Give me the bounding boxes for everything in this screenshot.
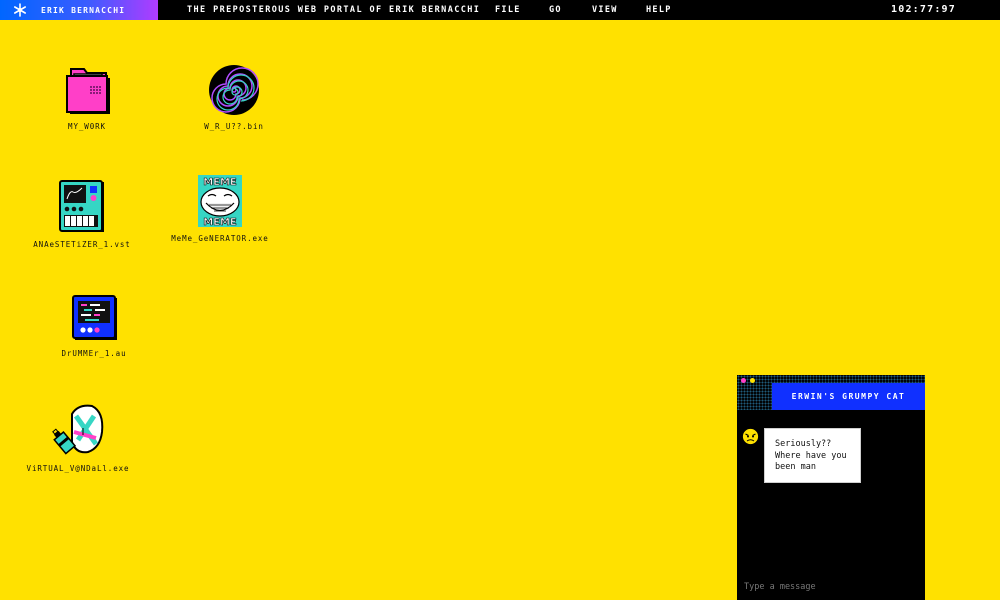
synth-icon bbox=[59, 180, 104, 232]
icon-label: MeMe_GeNERATOR.exe bbox=[171, 234, 269, 243]
desktop-icon-w-r-u-bin[interactable]: W_R_U??.bin bbox=[195, 64, 273, 131]
spiral-icon bbox=[209, 65, 259, 115]
desktop-icon-anaestetizer[interactable]: ANAeSTETiZER_1.vst bbox=[30, 180, 134, 249]
menu-view[interactable]: VIEW bbox=[592, 0, 618, 20]
menu-help[interactable]: HELP bbox=[646, 0, 672, 20]
desktop-icon-virtual-vandal[interactable]: ViRTUAL_V@NDaLl.exe bbox=[22, 402, 134, 473]
desktop-icon-drummer[interactable]: DrUMMEr_1.au bbox=[54, 295, 134, 358]
chat-window-titlebar[interactable]: ERWIN'S GRUMPY CAT bbox=[737, 375, 925, 410]
folder-icon bbox=[66, 68, 110, 114]
icon-label: MY_W0RK bbox=[68, 122, 106, 131]
menu-file[interactable]: FILE bbox=[495, 0, 521, 20]
desktop-icon-meme-generator[interactable]: MEME MEME MeMe_GeNERATOR.exe bbox=[168, 174, 272, 243]
icon-label: DrUMMEr_1.au bbox=[61, 349, 127, 358]
asterisk-logo-icon bbox=[13, 3, 26, 17]
clock: 102:77:97 bbox=[891, 4, 956, 15]
drum-machine-icon bbox=[72, 295, 117, 340]
icon-label: ANAeSTETiZER_1.vst bbox=[33, 240, 131, 249]
close-dot-button[interactable] bbox=[741, 378, 746, 383]
chat-window: ERWIN'S GRUMPY CAT Seriously?? Where hav… bbox=[737, 375, 925, 600]
spray-can-icon bbox=[52, 404, 104, 455]
icon-label: W_R_U??.bin bbox=[204, 122, 264, 131]
desktop-icon-my-work[interactable]: MY_W0RK bbox=[52, 66, 122, 131]
portal-title: THE PREPOSTEROUS WEB PORTAL OF ERIK BERN… bbox=[187, 5, 481, 15]
menu-go[interactable]: GO bbox=[549, 0, 562, 20]
brand-label: ERIK BERNACCHI bbox=[41, 5, 126, 15]
icon-label: ViRTUAL_V@NDaLl.exe bbox=[26, 464, 130, 473]
svg-text:MEME: MEME bbox=[203, 217, 237, 228]
grumpy-cat-avatar-icon bbox=[742, 428, 759, 445]
troll-meme-icon: MEME MEME bbox=[198, 175, 242, 228]
chat-title: ERWIN'S GRUMPY CAT bbox=[772, 383, 925, 410]
message-input[interactable] bbox=[744, 580, 914, 594]
minimize-dot-button[interactable] bbox=[750, 378, 755, 383]
svg-text:MEME: MEME bbox=[203, 177, 237, 188]
brand-button[interactable]: ERIK BERNACCHI bbox=[0, 0, 158, 20]
chat-message-bubble: Seriously?? Where have you been man bbox=[764, 428, 861, 483]
top-menu-bar: ERIK BERNACCHI THE PREPOSTEROUS WEB PORT… bbox=[0, 0, 1000, 20]
